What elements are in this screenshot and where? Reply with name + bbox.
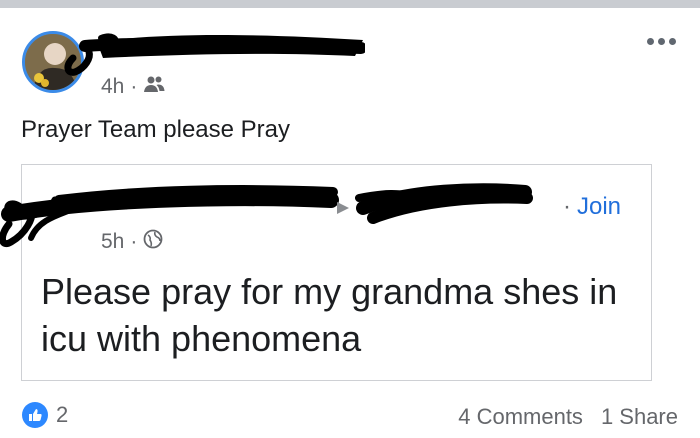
post-meta: 4h · — [101, 75, 165, 99]
shared-post-time[interactable]: 5h — [101, 230, 124, 254]
more-options-button[interactable] — [647, 38, 676, 45]
shared-post-text: Please pray for my grandma shes in icu w… — [41, 271, 618, 359]
like-count: 2 — [56, 402, 69, 427]
join-group: · Join — [563, 193, 621, 221]
shares-count[interactable]: 1 Share — [601, 404, 678, 430]
dot-icon — [647, 38, 654, 45]
thumbs-up-icon — [22, 402, 48, 428]
reactions-summary[interactable]: 2 — [22, 402, 68, 428]
meta-separator: · — [130, 75, 138, 98]
redacted-author-name — [64, 33, 365, 76]
meta-separator: · — [130, 230, 138, 253]
comments-count[interactable]: 4 Comments — [458, 404, 583, 430]
redacted-shared-author-group — [0, 183, 533, 247]
friends-icon[interactable] — [143, 75, 165, 99]
join-link[interactable]: Join — [577, 193, 621, 220]
dot-icon — [669, 38, 676, 45]
post-text: Prayer Team please Pray — [21, 116, 291, 143]
post-time[interactable]: 4h — [101, 75, 124, 99]
shared-post-meta: 5h · — [101, 229, 163, 255]
dot-icon — [658, 38, 665, 45]
top-divider — [0, 0, 700, 8]
post-stats: 4 Comments 1 Share — [458, 404, 678, 430]
globe-icon[interactable] — [143, 229, 163, 255]
join-separator: · — [563, 193, 571, 220]
